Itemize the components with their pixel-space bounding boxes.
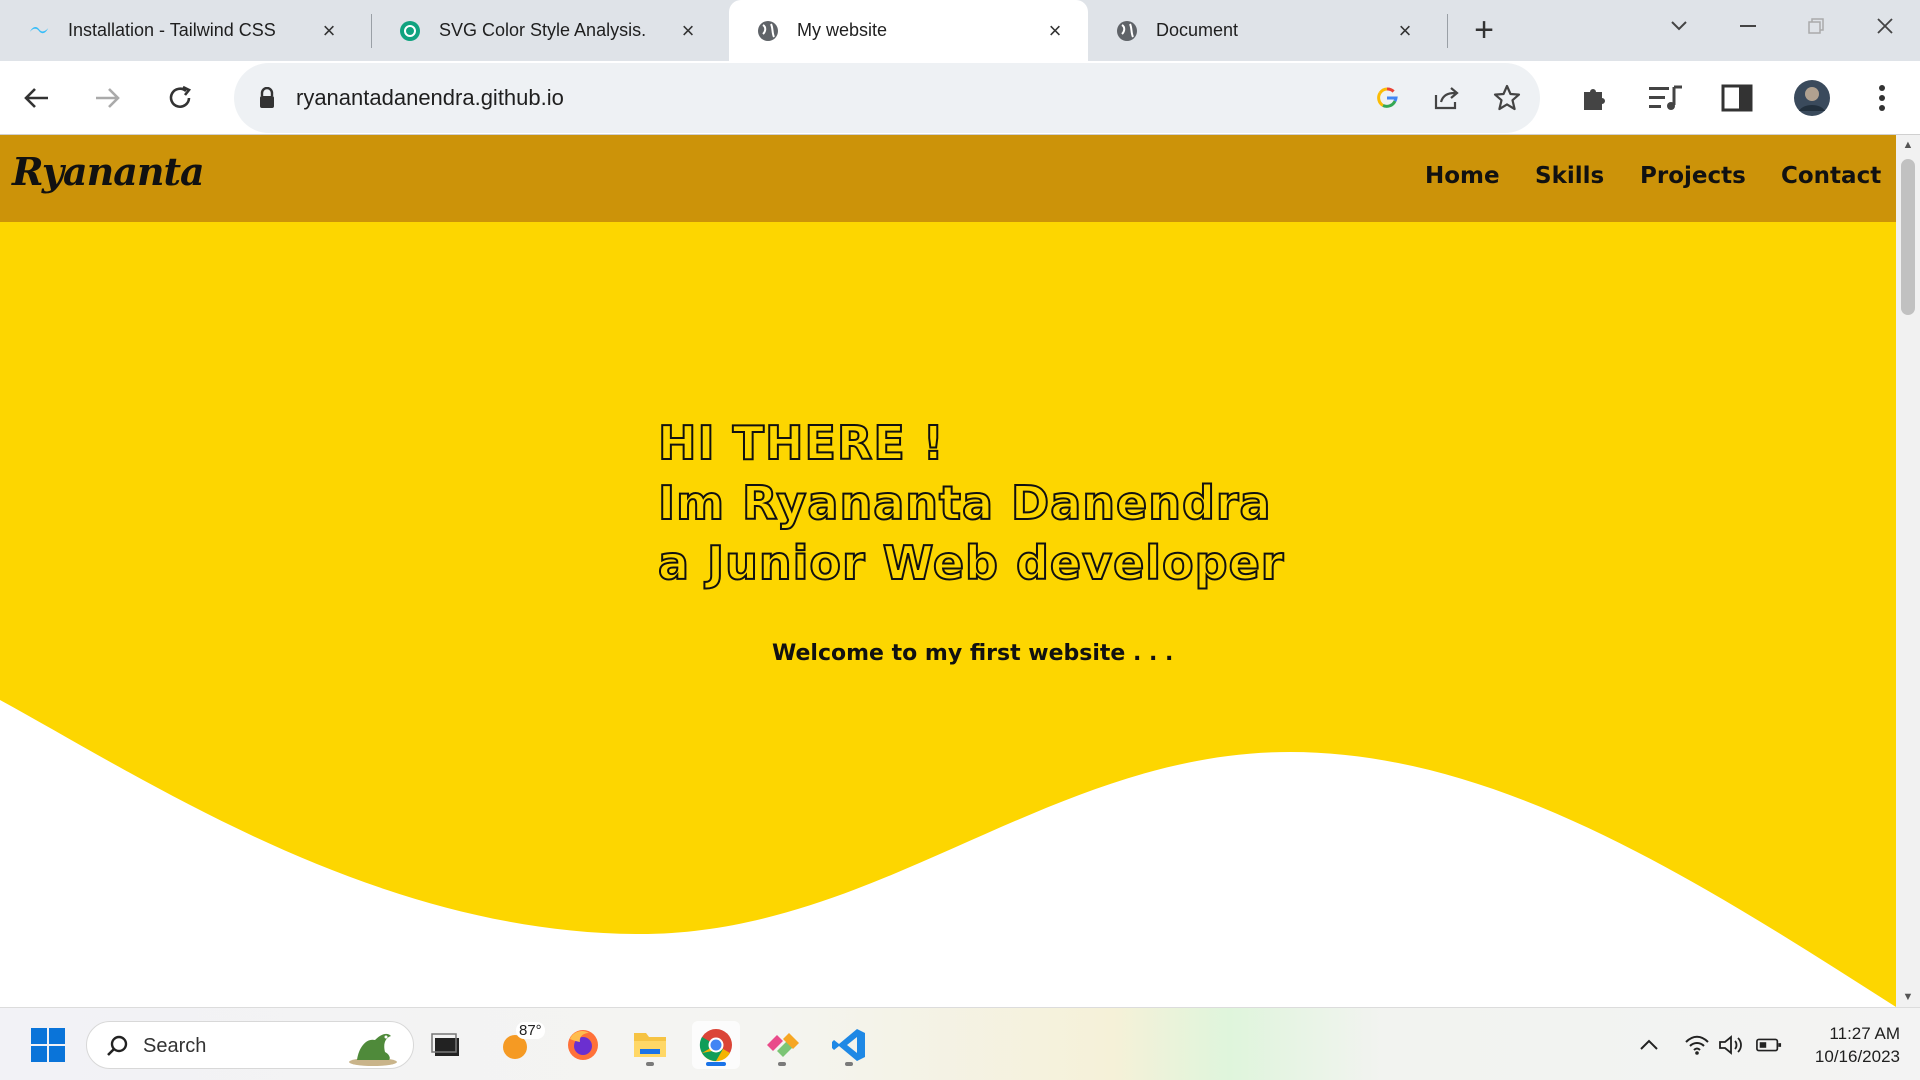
tab-title: My website (797, 20, 888, 40)
close-window-icon[interactable] (1860, 6, 1910, 46)
tab-document[interactable]: Document × (1088, 0, 1438, 61)
new-tab-button[interactable]: + (1466, 11, 1502, 49)
taskbar-clock[interactable]: 11:27 AM 10/16/2023 (1800, 1022, 1900, 1068)
close-tab-icon[interactable]: × (677, 18, 699, 43)
windows-taskbar: Search 87° 11:27 AM 10/16/2023 (0, 1007, 1920, 1080)
nav-link-contact[interactable]: Contact (1781, 163, 1881, 189)
clock-date: 10/16/2023 (1814, 1047, 1900, 1066)
lock-icon[interactable] (258, 86, 276, 114)
page-viewport: Ryananta Home Skills Projects Contact HI… (0, 135, 1896, 1007)
running-indicator (706, 1062, 726, 1066)
weather-temperature: 87° (516, 1022, 545, 1039)
dragon-highlight-icon (345, 1024, 401, 1073)
firefox-icon[interactable] (559, 1021, 607, 1069)
chatgpt-icon (399, 20, 421, 42)
tab-installation-tailwind[interactable]: Installation - Tailwind CSS × (0, 0, 362, 61)
hero-wave-background (0, 222, 1896, 1007)
forward-button[interactable] (87, 77, 129, 119)
tab-title: Installation - Tailwind CSS (68, 20, 276, 40)
volume-icon[interactable] (1718, 1032, 1744, 1058)
chrome-icon[interactable] (692, 1021, 740, 1069)
windows-start-button[interactable] (24, 1021, 72, 1069)
close-tab-icon[interactable]: × (1044, 18, 1066, 43)
search-icon (105, 1034, 129, 1063)
task-view-icon[interactable] (422, 1021, 470, 1069)
page-scrollbar[interactable]: ▲ ▼ (1896, 135, 1920, 1007)
show-hidden-icons-chevron-icon[interactable] (1636, 1032, 1662, 1058)
nav-link-home[interactable]: Home (1425, 163, 1500, 189)
scroll-up-arrow-icon[interactable]: ▲ (1902, 139, 1914, 151)
media-queue-icon[interactable] (1645, 77, 1687, 119)
hero-line-role: a Junior Web developer (657, 535, 1285, 591)
hero-line-name: Im Ryananta Danendra (657, 475, 1272, 531)
clock-time: 11:27 AM (1829, 1024, 1900, 1043)
globe-icon (757, 20, 779, 42)
taskbar-search-box[interactable]: Search (86, 1021, 414, 1069)
share-icon[interactable] (1430, 81, 1464, 115)
url-text[interactable]: ryanantadanendra.github.io (296, 85, 564, 111)
tab-svg-color-style[interactable]: SVG Color Style Analysis. × (371, 0, 721, 61)
vscode-icon[interactable] (825, 1021, 873, 1069)
restore-icon[interactable] (1791, 6, 1841, 46)
close-tab-icon[interactable]: × (318, 18, 340, 43)
browser-toolbar: ryanantadanendra.github.io (0, 61, 1920, 135)
site-logo[interactable]: Ryananta (12, 149, 205, 194)
profile-avatar[interactable] (1791, 77, 1833, 119)
tailwind-icon (28, 20, 50, 42)
site-navbar: Ryananta Home Skills Projects Contact (0, 135, 1896, 222)
google-icon[interactable] (1370, 81, 1404, 115)
hero-line-greeting: HI THERE ! (657, 415, 945, 471)
side-panel-icon[interactable] (1716, 77, 1758, 119)
tab-my-website[interactable]: My website × (729, 0, 1088, 61)
tab-search-chevron-icon[interactable] (1654, 6, 1704, 46)
battery-icon[interactable] (1756, 1032, 1782, 1058)
nav-link-skills[interactable]: Skills (1535, 163, 1604, 189)
reload-button[interactable] (159, 77, 201, 119)
running-indicator (778, 1062, 786, 1066)
tab-title: SVG Color Style Analysis. (439, 20, 647, 40)
address-bar[interactable]: ryanantadanendra.github.io (234, 63, 1540, 133)
minimize-icon[interactable] (1723, 6, 1773, 46)
git-app-icon[interactable] (758, 1021, 806, 1069)
tab-separator (1447, 14, 1448, 48)
hero-subtitle: Welcome to my first website . . . (772, 641, 1174, 666)
nav-link-projects[interactable]: Projects (1640, 163, 1746, 189)
tab-title: Document (1156, 20, 1239, 40)
wifi-icon[interactable] (1684, 1032, 1710, 1058)
close-tab-icon[interactable]: × (1394, 18, 1416, 43)
more-menu-icon[interactable] (1861, 77, 1903, 119)
search-label: Search (143, 1035, 207, 1057)
bookmark-star-icon[interactable] (1490, 81, 1524, 115)
extensions-puzzle-icon[interactable] (1574, 77, 1616, 119)
running-indicator (845, 1062, 853, 1066)
browser-tab-strip: Installation - Tailwind CSS × SVG Color … (0, 0, 1920, 61)
globe-icon (1116, 20, 1138, 42)
running-indicator (646, 1062, 654, 1066)
hero-heading: HI THERE ! Im Ryananta Danendra a Junior… (657, 413, 1285, 593)
back-button[interactable] (15, 77, 57, 119)
file-explorer-icon[interactable] (626, 1021, 674, 1069)
scrollbar-thumb[interactable] (1901, 159, 1915, 315)
scroll-down-arrow-icon[interactable]: ▼ (1902, 991, 1914, 1003)
